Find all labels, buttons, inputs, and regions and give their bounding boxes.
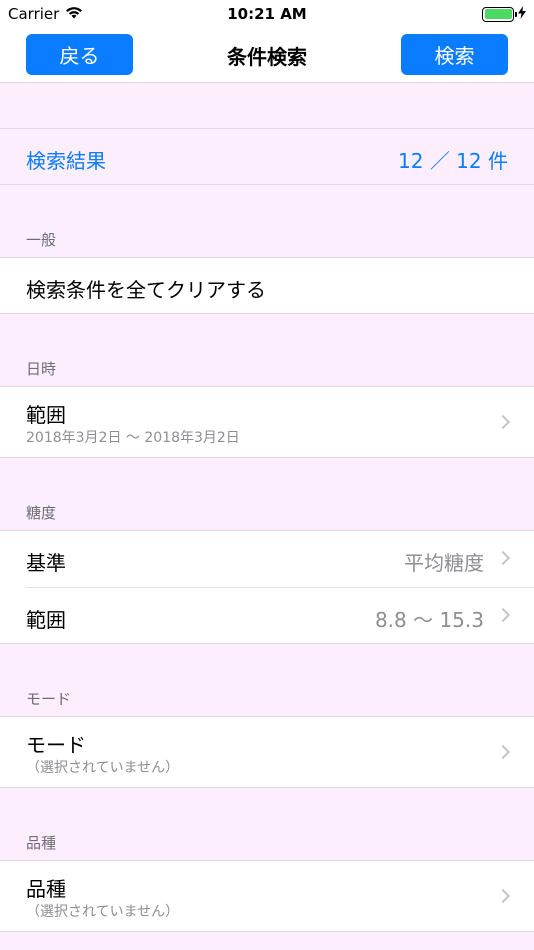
datetime-range-row[interactable]: 範囲 2018年3月2日 〜 2018年3月2日	[0, 386, 534, 458]
sugar-basis-label: 基準	[26, 551, 66, 575]
sugar-range-value: 8.8 〜 15.3	[374, 608, 484, 632]
section-header-sugar: 糖度	[26, 504, 57, 522]
section-header-datetime: 日時	[26, 360, 57, 378]
chevron-right-icon	[495, 744, 511, 760]
sugar-basis-value: 平均糖度	[404, 551, 484, 575]
sugar-range-row[interactable]: 範囲 8.8 〜 15.3	[0, 588, 534, 644]
variety-value: （選択されていません）	[26, 904, 180, 920]
battery-icon	[482, 6, 517, 22]
charging-bolt-icon	[518, 5, 526, 23]
clear-conditions-label: 検索条件を全てクリアする	[26, 278, 266, 302]
chevron-right-icon	[495, 607, 511, 623]
mode-label: モード	[26, 733, 86, 757]
battery-level	[484, 9, 512, 19]
mode-row[interactable]: モード （選択されていません）	[0, 716, 534, 788]
datetime-range-value: 2018年3月2日 〜 2018年3月2日	[26, 430, 240, 446]
chevron-right-icon	[495, 550, 511, 566]
sugar-range-label: 範囲	[26, 608, 66, 632]
variety-label: 品種	[26, 877, 66, 901]
clear-conditions-row[interactable]: 検索条件を全てクリアする	[0, 257, 534, 314]
sugar-group: 基準 平均糖度 範囲 8.8 〜 15.3	[0, 530, 534, 644]
back-button[interactable]: 戻る	[26, 34, 133, 75]
wifi-icon	[65, 5, 83, 23]
section-header-general: 一般	[26, 231, 57, 249]
navigation-bar: 戻る 条件検索 検索	[0, 28, 534, 83]
sugar-basis-row[interactable]: 基準 平均糖度	[0, 531, 534, 587]
chevron-right-icon	[495, 888, 511, 904]
variety-row[interactable]: 品種 （選択されていません）	[0, 860, 534, 932]
mode-value: （選択されていません）	[26, 760, 180, 776]
search-button[interactable]: 検索	[401, 34, 508, 75]
results-count: 12 ／ 12 件	[398, 149, 508, 173]
results-label: 検索結果	[26, 149, 106, 173]
status-right	[482, 5, 526, 23]
section-header-mode: モード	[26, 690, 72, 708]
status-left: Carrier	[8, 5, 83, 23]
status-bar: Carrier 10:21 AM	[0, 0, 534, 28]
chevron-right-icon	[495, 414, 511, 430]
page-title: 条件検索	[227, 45, 307, 69]
section-header-variety: 品種	[26, 834, 57, 852]
datetime-range-label: 範囲	[26, 403, 66, 427]
results-row: 検索結果 12 ／ 12 件	[0, 128, 534, 185]
carrier-label: Carrier	[8, 5, 60, 23]
